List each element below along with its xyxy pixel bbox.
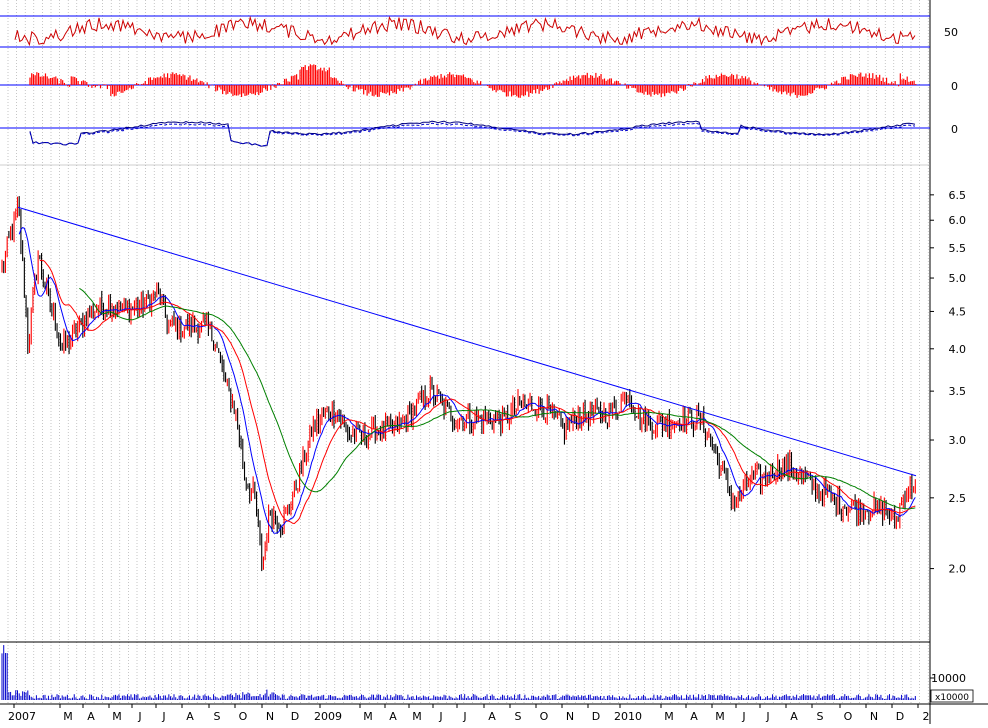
month-tick-label: M xyxy=(112,710,122,723)
month-tick-label: M xyxy=(664,710,674,723)
month-tick-label: D xyxy=(592,710,600,723)
moving-average-mid xyxy=(39,259,916,525)
month-tick-label: M xyxy=(63,710,73,723)
month-tick-label: 2009 xyxy=(314,710,342,723)
month-tick-label: J xyxy=(462,710,466,723)
rsi-level-label: 50 xyxy=(944,26,958,39)
month-tick-label: N xyxy=(266,710,274,723)
month-tick-label: M xyxy=(715,710,725,723)
month-tick-label: D xyxy=(896,710,904,723)
price-tick-label: 2.0 xyxy=(949,563,967,576)
month-tick-label: A xyxy=(186,710,194,723)
chart-canvas: 2.0 2.5 3.0 3.5 4.0 4.5 5.0 5.5 6.0 6.5 10000 x1000… xyxy=(0,0,988,724)
month-tick-label: A xyxy=(488,710,496,723)
month-tick-label: 2007 xyxy=(8,710,36,723)
price-tick-label: 5.5 xyxy=(949,242,967,255)
month-tick-label: 2010 xyxy=(614,710,642,723)
month-tick-label: A xyxy=(87,710,95,723)
month-tick-label: J xyxy=(765,710,769,723)
month-tick-label: O xyxy=(239,710,248,723)
month-tick-label: A xyxy=(389,710,397,723)
price-tick-label: 4.5 xyxy=(949,305,967,318)
price-tick-label: 6.0 xyxy=(949,214,967,227)
month-tick-label: D xyxy=(291,710,299,723)
month-tick-label: S xyxy=(214,710,221,723)
oscillator-indicator-panel xyxy=(0,120,930,147)
month-tick-label: N xyxy=(870,710,878,723)
price-tick-label: 4.0 xyxy=(949,343,967,356)
month-tick-label: J xyxy=(161,710,165,723)
volume-scale-label: x10000 xyxy=(935,693,969,703)
resistance-trendline xyxy=(17,206,917,477)
month-tick-label: S xyxy=(817,710,824,723)
month-tick-label: J xyxy=(438,710,442,723)
price-tick-label: 6.5 xyxy=(949,189,967,202)
axis-labels: 2.0 2.5 3.0 3.5 4.0 4.5 5.0 5.5 6.0 6.5 10000 x1000… xyxy=(8,26,974,723)
price-tick-label: 3.5 xyxy=(949,385,967,398)
histogram-level-label: 0 xyxy=(951,80,958,93)
volume-tick-label: 10000 xyxy=(931,672,966,685)
month-tick-label: O xyxy=(540,710,549,723)
panel-frames xyxy=(0,0,988,724)
grid-lines xyxy=(7,0,929,704)
volume-panel xyxy=(1,645,916,700)
month-tick-label: M xyxy=(412,710,422,723)
month-tick-label: A xyxy=(690,710,698,723)
rsi-line xyxy=(14,15,916,47)
price-tick-label: 2.5 xyxy=(949,492,967,505)
month-tick-label: N xyxy=(566,710,574,723)
price-tick-label: 3.0 xyxy=(949,434,967,447)
oscillator-level-label: 0 xyxy=(951,123,958,136)
price-panel xyxy=(1,196,917,572)
month-tick-label: J xyxy=(137,710,141,723)
month-tick-label: J xyxy=(741,710,745,723)
month-tick-label: M xyxy=(363,710,373,723)
month-tick-label: A xyxy=(790,710,798,723)
month-tick-label: 2 xyxy=(923,710,930,723)
month-tick-label: S xyxy=(515,710,522,723)
oscillator-line-a xyxy=(29,120,916,147)
month-tick-label: O xyxy=(844,710,853,723)
moving-average-fast xyxy=(18,227,916,534)
stock-chart: 2.0 2.5 3.0 3.5 4.0 4.5 5.0 5.5 6.0 6.5 10000 x1000… xyxy=(0,0,988,724)
price-tick-label: 5.0 xyxy=(949,272,967,285)
